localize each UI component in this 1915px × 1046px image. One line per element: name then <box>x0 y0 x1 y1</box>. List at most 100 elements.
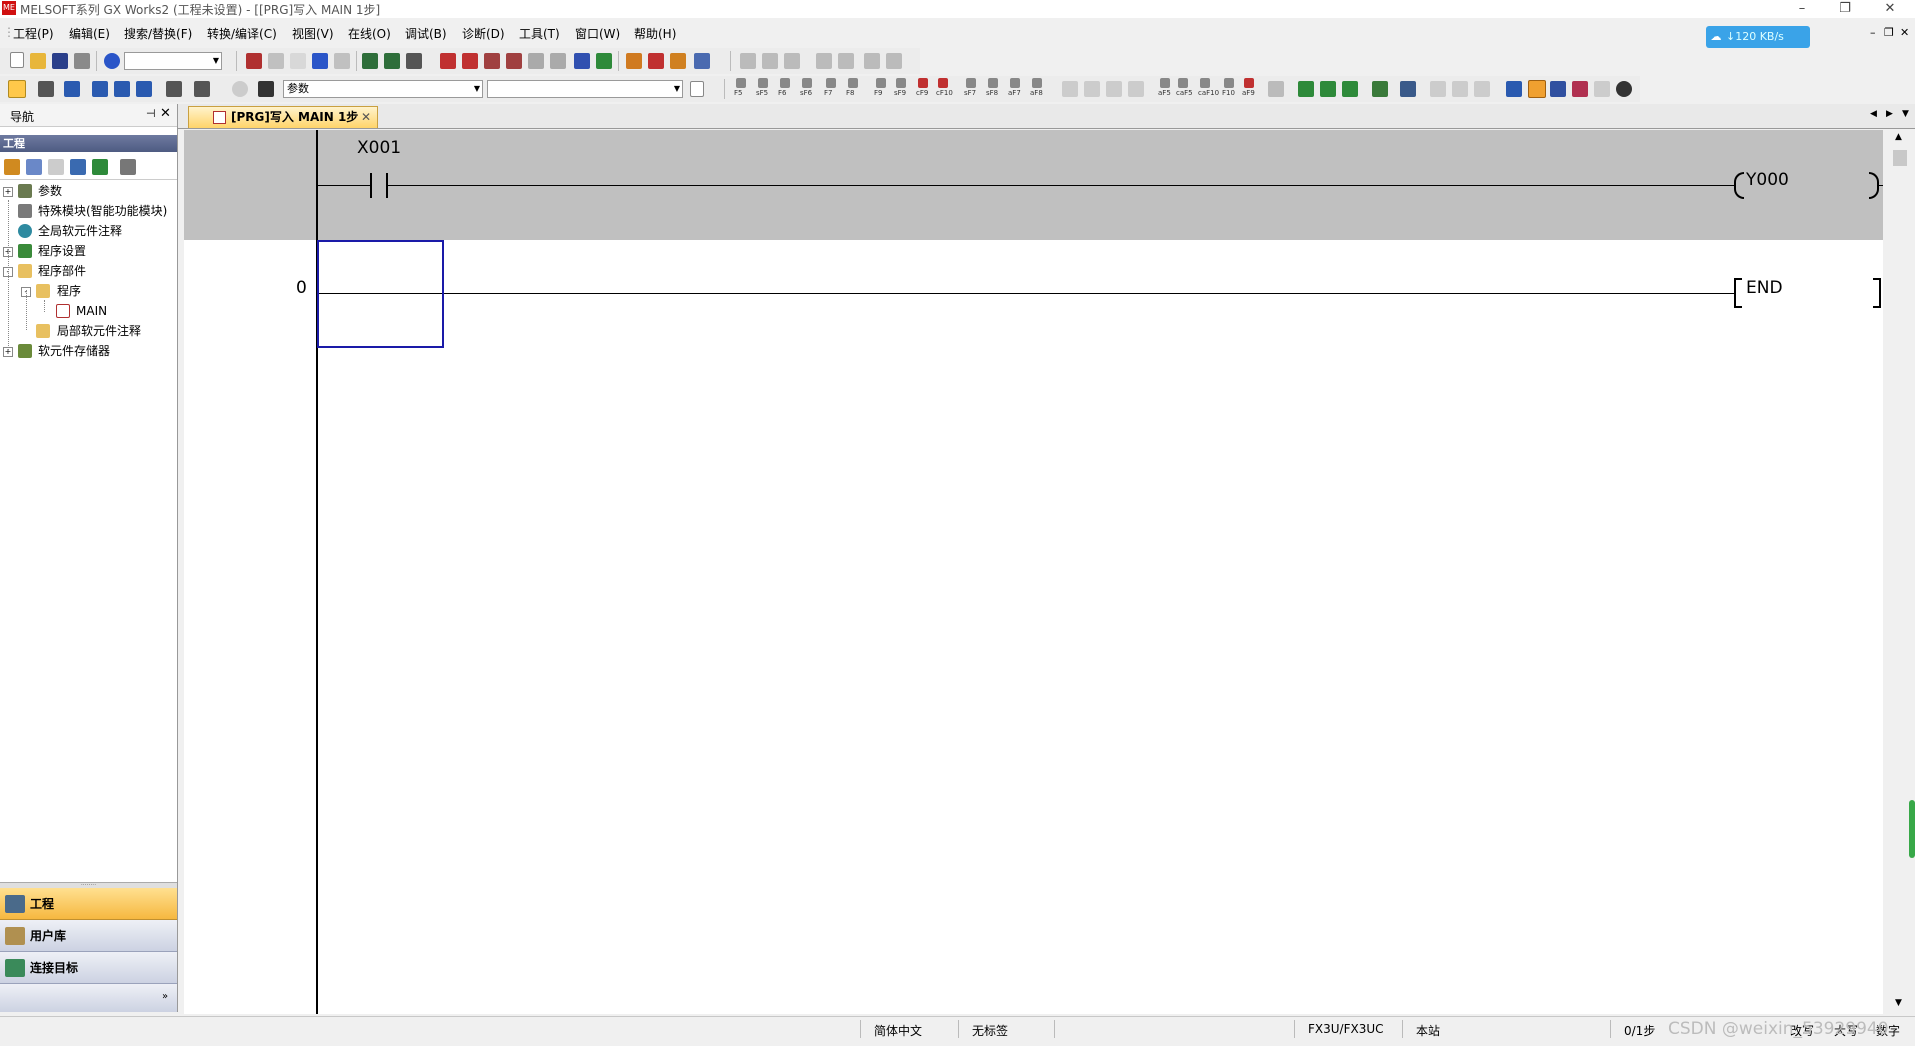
ladder-cursor[interactable] <box>317 240 444 348</box>
copy-data-icon[interactable] <box>26 159 42 175</box>
device-display-icon[interactable] <box>1528 80 1546 98</box>
pin-icon[interactable]: ⊣ <box>146 107 156 120</box>
line-input-icon[interactable] <box>1200 78 1210 88</box>
search-device-icon[interactable] <box>194 81 210 97</box>
monitor-stop-icon[interactable] <box>528 53 544 69</box>
device-read-icon[interactable] <box>384 53 400 69</box>
statement-icon[interactable] <box>1372 81 1388 97</box>
new-data-icon[interactable] <box>4 159 20 175</box>
magnifier-icon[interactable] <box>1616 81 1632 97</box>
tab-close-icon[interactable]: ✕ <box>361 107 371 127</box>
panel-close-icon[interactable]: ✕ <box>160 106 171 121</box>
copy-icon[interactable] <box>268 53 284 69</box>
sfc-icon-6[interactable] <box>864 53 880 69</box>
find-icon[interactable] <box>258 81 274 97</box>
key-af5[interactable]: aF5 <box>1158 89 1171 97</box>
display-icon[interactable] <box>694 53 710 69</box>
tree-item-parameter[interactable]: + 参数 <box>0 182 177 200</box>
navigation-toggle-icon[interactable] <box>8 80 26 98</box>
tree-item-device-memory[interactable]: + 软元件存储器 <box>0 342 177 360</box>
nav-tab-project[interactable]: 工程 <box>0 888 177 920</box>
device-dev-icon[interactable] <box>574 53 590 69</box>
cross-ref-icon[interactable] <box>136 81 152 97</box>
monitor-icon[interactable] <box>506 53 522 69</box>
end-instruction[interactable]: END <box>1746 278 1783 298</box>
device-dev2-icon[interactable] <box>596 53 612 69</box>
sfc-icon-2[interactable] <box>762 53 778 69</box>
nav-tab-connection[interactable]: 连接目标 <box>0 952 177 984</box>
new-file-icon[interactable] <box>10 52 24 68</box>
mdi-restore-icon[interactable]: ❐ <box>1884 26 1894 39</box>
refresh-icon[interactable] <box>92 159 108 175</box>
convert-icon[interactable] <box>1298 81 1314 97</box>
vertical-line-icon[interactable] <box>896 78 906 88</box>
open-folder-icon[interactable] <box>30 53 46 69</box>
key-af9[interactable]: aF9 <box>1242 89 1255 97</box>
cut-icon[interactable] <box>246 53 262 69</box>
key-cf10[interactable]: cF10 <box>936 89 953 97</box>
rising-parallel-icon[interactable] <box>1010 78 1020 88</box>
paste-icon[interactable] <box>290 53 306 69</box>
tree-expander[interactable]: + <box>3 187 13 197</box>
coil-icon[interactable] <box>826 78 836 88</box>
menu-window[interactable]: 窗口(W) <box>575 25 620 42</box>
key-sf9[interactable]: sF9 <box>894 89 906 97</box>
restore-icon[interactable]: ❐ <box>1825 0 1865 18</box>
sort-icon[interactable] <box>120 159 136 175</box>
device-write-icon[interactable] <box>362 53 378 69</box>
redo-icon[interactable] <box>334 53 350 69</box>
print-icon[interactable] <box>74 53 90 69</box>
close-icon[interactable]: ✕ <box>1870 0 1910 18</box>
key-af7[interactable]: aF7 <box>1008 89 1021 97</box>
menu-diagnostics[interactable]: 诊断(D) <box>462 25 505 42</box>
watch-icon[interactable] <box>166 81 182 97</box>
disabled-tool-2-icon[interactable] <box>1084 81 1100 97</box>
sfc-icon-4[interactable] <box>816 53 832 69</box>
key-sf8[interactable]: sF8 <box>986 89 998 97</box>
key-af8[interactable]: aF8 <box>1030 89 1043 97</box>
sfc-icon-5[interactable] <box>838 53 854 69</box>
key-caf10[interactable]: caF10 <box>1198 89 1219 97</box>
device-verify-icon[interactable] <box>406 53 422 69</box>
operation-result-icon[interactable] <box>1178 78 1188 88</box>
contact-open-icon[interactable] <box>736 78 746 88</box>
sfc-icon-3[interactable] <box>784 53 800 69</box>
plc-write-icon[interactable] <box>440 53 456 69</box>
application-instruction-icon[interactable] <box>848 78 858 88</box>
sfc-icon-1[interactable] <box>740 53 756 69</box>
contact-closed-icon[interactable] <box>780 78 790 88</box>
instruction-help-icon[interactable] <box>232 81 248 97</box>
mdi-minimize-icon[interactable]: – <box>1870 26 1876 39</box>
side-handle[interactable] <box>1909 800 1915 858</box>
menu-debug[interactable]: 调试(B) <box>405 25 447 42</box>
falling-parallel-icon[interactable] <box>1032 78 1042 88</box>
device-batch-icon[interactable] <box>626 53 642 69</box>
simulation-icon[interactable] <box>670 53 686 69</box>
falling-pulse-icon[interactable] <box>988 78 998 88</box>
menu-tools[interactable]: 工具(T) <box>519 25 560 42</box>
disabled-tool-5-icon[interactable] <box>1430 81 1446 97</box>
disabled-tool-7-icon[interactable] <box>1474 81 1490 97</box>
test-icon[interactable] <box>648 53 664 69</box>
key-sf5[interactable]: sF5 <box>756 89 768 97</box>
key-f10[interactable]: F10 <box>1222 89 1235 97</box>
key-f8[interactable]: F8 <box>846 89 854 97</box>
disabled-tool-4-icon[interactable] <box>1128 81 1144 97</box>
disabled-tool-8-icon[interactable] <box>1594 81 1610 97</box>
tab-list-icon[interactable]: ▼ <box>1902 109 1909 119</box>
highlight-icon[interactable] <box>1572 81 1588 97</box>
menu-help[interactable]: 帮助(H) <box>634 25 676 42</box>
key-f9[interactable]: F9 <box>874 89 882 97</box>
device-use-icon[interactable] <box>114 81 130 97</box>
mdi-close-icon[interactable]: ✕ <box>1900 26 1909 39</box>
line-delete-icon[interactable] <box>1224 78 1234 88</box>
scroll-thumb[interactable] <box>1893 150 1907 166</box>
scroll-down-icon[interactable]: ▼ <box>1895 998 1902 1008</box>
monitor-write-icon[interactable] <box>550 53 566 69</box>
vertical-scrollbar[interactable]: ▲ ▼ <box>1886 130 1915 1014</box>
comment-icon[interactable] <box>1268 81 1284 97</box>
help-icon[interactable] <box>104 53 120 69</box>
convert-all-icon[interactable] <box>1320 81 1336 97</box>
document-icon[interactable] <box>690 81 704 97</box>
nav-tab-user-library[interactable]: 用户库 <box>0 920 177 952</box>
